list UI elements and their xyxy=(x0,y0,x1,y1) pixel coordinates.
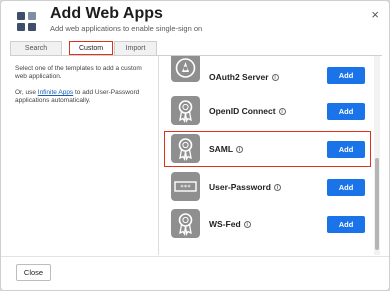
add-openid-connect-button[interactable]: Add xyxy=(327,103,365,120)
ribbon-badge-icon xyxy=(171,209,200,238)
template-name: OAuth2 Server i xyxy=(209,72,279,82)
ribbon-badge-icon xyxy=(171,134,200,163)
footer-divider xyxy=(1,256,389,257)
template-name: SAML i xyxy=(209,144,244,154)
template-row-ws-fed: WS-Fed i Add xyxy=(159,206,371,242)
info-icon[interactable]: i xyxy=(236,146,244,153)
dialog-subtitle: Add web applications to enable single-si… xyxy=(50,24,203,33)
template-name: OpenID Connect i xyxy=(209,106,286,116)
or-text: Or, use xyxy=(15,89,38,96)
close-icon[interactable]: × xyxy=(371,7,379,22)
template-list: OAuth2 Serveri Add OpenID Connecti Add xyxy=(159,56,383,255)
tab-custom[interactable]: Custom xyxy=(69,41,113,55)
custom-instructions-panel: Select one of the templates to add a cus… xyxy=(10,56,158,254)
add-user-password-button[interactable]: Add xyxy=(327,179,365,196)
intro-text: Select one of the templates to add a cus… xyxy=(15,65,142,80)
template-row-oauth2-server: OAuth2 Server i Add xyxy=(159,56,371,92)
oauth-badge-icon xyxy=(171,56,200,82)
info-icon[interactable]: i xyxy=(278,108,286,115)
add-web-apps-dialog: Add Web Apps Add web applications to ena… xyxy=(0,0,390,291)
template-row-openid-connect: OpenID Connect i Add xyxy=(159,93,371,129)
list-scrollbar-thumb[interactable] xyxy=(375,158,379,250)
template-row-saml: SAML i Add xyxy=(164,131,371,167)
tab-import[interactable]: Import xyxy=(114,41,157,55)
template-name: WS-Fed i xyxy=(209,219,251,229)
tab-search[interactable]: Search xyxy=(10,41,62,55)
info-icon[interactable]: i xyxy=(271,74,279,81)
ribbon-badge-icon xyxy=(171,96,200,125)
add-saml-button[interactable]: Add xyxy=(327,141,365,158)
infinite-apps-text: Or, use Infinite Apps to add User-Passwo… xyxy=(15,89,153,105)
add-oauth2-server-button[interactable]: Add xyxy=(327,67,365,84)
template-row-user-password: *** User-Password i Add xyxy=(159,169,371,205)
info-icon[interactable]: i xyxy=(243,221,251,228)
info-icon[interactable]: i xyxy=(273,184,281,191)
dialog-header: Add Web Apps Add web applications to ena… xyxy=(1,1,389,39)
svg-text:***: *** xyxy=(180,184,191,192)
add-ws-fed-button[interactable]: Add xyxy=(327,216,365,233)
template-name: User-Password i xyxy=(209,182,281,192)
close-button[interactable]: Close xyxy=(16,264,51,281)
dialog-title: Add Web Apps xyxy=(50,5,163,22)
infinite-apps-link[interactable]: Infinite Apps xyxy=(38,89,73,96)
password-field-icon: *** xyxy=(171,172,200,201)
web-apps-grid-icon xyxy=(17,12,37,32)
